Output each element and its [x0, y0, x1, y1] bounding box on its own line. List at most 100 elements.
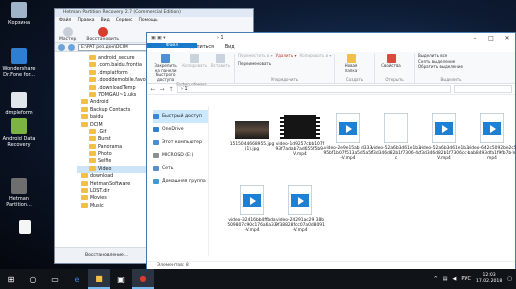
tree-node-label: baidu	[90, 115, 104, 121]
video-file-icon	[480, 113, 504, 143]
taskbar: ⊞ ○ ▭ e ■ ▣ ● ^ ▤ ◀ РУС 12:03 17.02.2018…	[0, 269, 516, 289]
back-icon[interactable]	[58, 43, 65, 51]
explorer-icon[interactable]: ■	[88, 269, 110, 289]
file-item[interactable]: video-52a6b3d61e1b3f3d346d82b1f7306-4cc	[371, 113, 421, 162]
hetman-icon[interactable]: Hetman Partition...	[2, 178, 36, 208]
tab-file[interactable]: Файл	[147, 43, 197, 49]
folder-icon	[81, 202, 88, 208]
window-title: › 1	[217, 35, 224, 41]
file-name: video-2e9e15ab d33395bf1b07f513a5d5a5f-V…	[323, 146, 373, 162]
tree-node-label: 7DMGAU~1.uks	[98, 92, 137, 98]
nav-item-label: Быстрый доступ	[162, 114, 202, 119]
forward-icon[interactable]: →	[159, 86, 165, 93]
path-field[interactable]: › 1	[177, 85, 451, 93]
tree-node-label: Photo	[98, 152, 112, 158]
date: 17.02.2018	[475, 279, 503, 284]
file-item[interactable]: video-32416bb4ffbda509807c90c176a6a33-V.…	[227, 185, 277, 234]
nav-item[interactable]: Домашняя группа	[153, 175, 208, 188]
dmpleform-icon[interactable]: dmpleform	[2, 92, 36, 116]
invert-selection-button[interactable]: Обратить выделение	[418, 64, 484, 70]
file-name: video-24291ac29 38b9f38828fcc07a0d8091-V…	[275, 218, 325, 234]
android-recovery-icon[interactable]: Android Data Recovery	[2, 118, 36, 148]
new-folder-button[interactable]: Новая папка	[338, 54, 364, 73]
tree-node-label: Selfie	[98, 159, 112, 165]
start-icon[interactable]: ⊞	[0, 269, 22, 289]
tree-node-label: DCIM	[90, 122, 103, 128]
tree-node-label: .downloadTemp	[98, 85, 136, 91]
folder-icon	[89, 84, 96, 90]
ribbon-group-clipboard: Закрепить на панели быстрого доступа Коп…	[149, 54, 235, 87]
quick-access-toolbar[interactable]: ▣ ▣ ▾	[147, 36, 217, 41]
up-icon[interactable]: ↑	[168, 86, 174, 93]
nav-item[interactable]: OneDrive	[153, 123, 208, 136]
language-indicator[interactable]: РУС	[461, 276, 471, 282]
paste-button[interactable]: Вставить	[210, 54, 231, 69]
file-item[interactable]: 1515044668955.jpg (1).jpg	[227, 113, 277, 152]
ribbon-group-select: Выделить все Снять выделение Обратить вы…	[415, 53, 487, 83]
network-icon[interactable]: ▤	[443, 276, 448, 282]
volume-icon[interactable]: ◀	[453, 276, 457, 282]
folder-icon	[89, 62, 96, 68]
minimize-icon[interactable]: –	[467, 35, 483, 42]
rename-button[interactable]: Переименовать	[238, 61, 271, 67]
nav-item[interactable]: Сеть	[153, 162, 208, 175]
store-icon[interactable]: ▣	[110, 269, 132, 289]
back-icon[interactable]: ←	[150, 86, 156, 93]
nav-item[interactable]: MICROSD (E:)	[153, 149, 208, 162]
edge-icon[interactable]: e	[66, 269, 88, 289]
ribbon: Закрепить на панели быстрого доступа Коп…	[147, 52, 515, 87]
nav-item-icon	[153, 166, 159, 171]
forward-icon[interactable]	[68, 43, 75, 51]
ribbon-group-organize: Переместить в ▾ Удалить ▾ Копировать в ▾…	[235, 53, 335, 83]
menu-help[interactable]: Помощь	[139, 17, 158, 25]
file-name: video-1d9257cbb107f93f7adab7ad655f5b9-V.…	[275, 142, 325, 158]
delete-button[interactable]: Удалить ▾	[276, 53, 297, 59]
document-icon[interactable]	[8, 220, 42, 236]
close-icon[interactable]: ✕	[499, 35, 515, 42]
nav-item[interactable]: Этот компьютер	[153, 136, 208, 149]
folder-icon	[89, 158, 96, 164]
file-icon	[384, 113, 408, 143]
wondershare-icon[interactable]: Wondershare Dr.Fone for...	[2, 48, 36, 78]
chevron-up-icon[interactable]: ^	[434, 276, 438, 282]
file-item[interactable]: video-642c5092be2c5bab8493dfa1f9fb7b-V.m…	[467, 113, 516, 162]
notification-icon[interactable]: ▢	[507, 276, 512, 282]
folder-icon	[89, 77, 96, 83]
nav-item[interactable]: Быстрый доступ	[153, 110, 208, 123]
tree-node-label: LOST.dir	[90, 189, 110, 195]
search-icon[interactable]: ○	[22, 269, 44, 289]
properties-button[interactable]: Свойства	[378, 54, 404, 69]
address-bar: ← → ↑ › 1	[147, 84, 515, 95]
file-item[interactable]: video-24291ac29 38b9f38828fcc07a0d8091-V…	[275, 185, 325, 234]
wizard-button[interactable]: Мастер	[59, 27, 76, 42]
copy-to-button[interactable]: Копировать в ▾	[299, 53, 331, 59]
explorer-window: ▣ ▣ ▾ › 1 – □ ✕ Файл Главная Поделиться …	[146, 32, 516, 269]
file-name: video-32416bb4ffbda509807c90c176a6a33-V.…	[227, 218, 277, 234]
file-item[interactable]: video-2e9e15ab d33395bf1b07f513a5d5a5f-V…	[323, 113, 373, 162]
group-caption: Выделить	[440, 77, 462, 82]
move-to-button[interactable]: Переместить в ▾	[238, 53, 273, 59]
tab-view[interactable]: Вид	[220, 43, 240, 52]
folder-icon	[81, 114, 88, 120]
file-item[interactable]: video-1d9257cbb107f93f7adab7ad655f5b9-V.…	[275, 113, 325, 158]
maximize-icon[interactable]: □	[483, 35, 499, 42]
file-item[interactable]: video-52a6b3d61e1b3f3d346d82b1f7306cc-V.…	[419, 113, 469, 162]
folder-icon	[81, 121, 88, 127]
hetman-task-icon[interactable]: ●	[132, 269, 154, 289]
desktop-icon-label: dmpleform	[5, 110, 33, 116]
menu-edit[interactable]: Правка	[77, 17, 94, 25]
menu-service[interactable]: Сервис	[116, 17, 133, 25]
menu-view[interactable]: Вид	[101, 17, 110, 25]
copy-button[interactable]: Копировать	[182, 54, 207, 69]
menu-file[interactable]: Файл	[59, 17, 71, 25]
clock[interactable]: 12:03 17.02.2018	[476, 273, 502, 285]
restore-button[interactable]: Восстановить	[86, 27, 119, 42]
recycle-bin-icon[interactable]: Корзина	[2, 2, 36, 26]
search-input[interactable]	[454, 85, 512, 93]
file-list: 1515044668955.jpg (1).jpg video-1d9257cbb…	[227, 113, 516, 263]
pin-button[interactable]: Закрепить на панели быстрого доступа	[152, 54, 179, 82]
folder-icon	[81, 173, 88, 179]
select-all-button[interactable]: Выделить все	[418, 53, 484, 59]
tree-node-label: Video	[98, 166, 112, 172]
task-view-icon[interactable]: ▭	[44, 269, 66, 289]
